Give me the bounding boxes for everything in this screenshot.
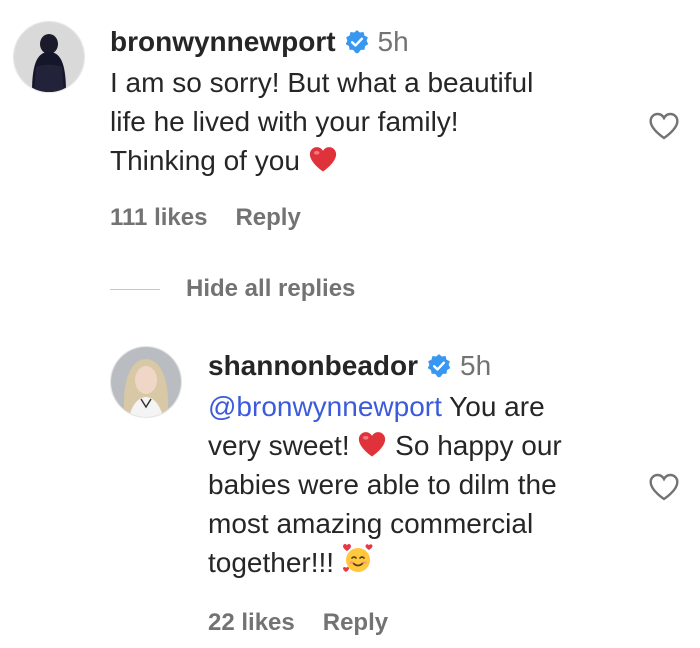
divider — [110, 288, 160, 290]
verified-badge-icon — [427, 354, 451, 378]
reply-button[interactable]: Reply — [235, 204, 300, 232]
mention-link[interactable]: @bronwynnewport — [208, 391, 442, 422]
timestamp: 5h — [460, 350, 492, 381]
red-heart-emoji — [359, 432, 386, 457]
comment-text: @bronwynnewport You are very sweet! So h… — [208, 391, 562, 578]
hide-replies-toggle[interactable]: Hide all replies — [110, 275, 355, 303]
heart-outline-icon[interactable] — [648, 472, 680, 502]
timestamp: 5h — [377, 26, 409, 57]
hide-replies-label[interactable]: Hide all replies — [186, 275, 355, 303]
username[interactable]: bronwynnewport — [110, 26, 336, 58]
comment-text: I am so sorry! But what a beautiful life… — [110, 67, 534, 176]
avatar-shannonbeador[interactable] — [110, 346, 182, 418]
likes-count[interactable]: 22 likes — [208, 609, 295, 637]
avatar-image — [111, 347, 181, 417]
red-heart-emoji — [309, 147, 336, 172]
heart-outline-icon[interactable] — [648, 111, 680, 141]
username[interactable]: shannonbeador — [208, 350, 418, 382]
avatar-bronwynnewport[interactable] — [13, 21, 85, 93]
smiling-face-with-hearts-emoji — [342, 544, 373, 572]
reply-button[interactable]: Reply — [323, 609, 388, 637]
avatar-image — [14, 22, 84, 92]
likes-count[interactable]: 111 likes — [110, 204, 207, 232]
verified-badge-icon — [345, 30, 368, 54]
